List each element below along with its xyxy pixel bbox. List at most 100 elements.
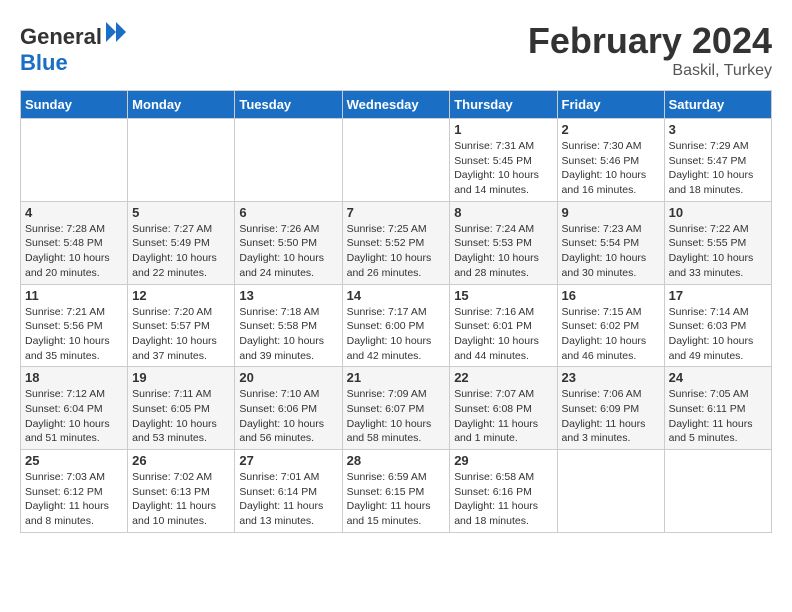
day-info: Sunrise: 7:17 AMSunset: 6:00 PMDaylight:… xyxy=(347,305,446,364)
logo: General Blue xyxy=(20,20,128,76)
calendar-week-row: 11 Sunrise: 7:21 AMSunset: 5:56 PMDayligh… xyxy=(21,284,772,367)
day-info: Sunrise: 7:25 AMSunset: 5:52 PMDaylight:… xyxy=(347,222,446,281)
day-info: Sunrise: 7:20 AMSunset: 5:57 PMDaylight:… xyxy=(132,305,230,364)
day-number: 21 xyxy=(347,370,446,385)
day-number: 23 xyxy=(562,370,660,385)
day-number: 11 xyxy=(25,288,123,303)
calendar-cell: 26 Sunrise: 7:02 AMSunset: 6:13 PMDayligh… xyxy=(128,450,235,533)
calendar-cell xyxy=(235,119,342,202)
logo-general: General xyxy=(20,24,102,49)
calendar-cell: 20 Sunrise: 7:10 AMSunset: 6:06 PMDayligh… xyxy=(235,367,342,450)
day-number: 10 xyxy=(669,205,767,220)
day-number: 1 xyxy=(454,122,552,137)
calendar-cell: 21 Sunrise: 7:09 AMSunset: 6:07 PMDayligh… xyxy=(342,367,450,450)
calendar-cell: 24 Sunrise: 7:05 AMSunset: 6:11 PMDayligh… xyxy=(664,367,771,450)
calendar-cell: 29 Sunrise: 6:58 AMSunset: 6:16 PMDayligh… xyxy=(450,450,557,533)
calendar-body: 1 Sunrise: 7:31 AMSunset: 5:45 PMDaylight… xyxy=(21,119,772,533)
calendar-cell: 15Sunrise: 7:16 AMSunset: 6:01 PMDayligh… xyxy=(450,284,557,367)
calendar-cell: 16 Sunrise: 7:15 AMSunset: 6:02 PMDayligh… xyxy=(557,284,664,367)
day-number: 25 xyxy=(25,453,123,468)
calendar-cell xyxy=(342,119,450,202)
day-number: 5 xyxy=(132,205,230,220)
calendar-cell: 1 Sunrise: 7:31 AMSunset: 5:45 PMDaylight… xyxy=(450,119,557,202)
day-number: 28 xyxy=(347,453,446,468)
day-number: 8 xyxy=(454,205,552,220)
calendar-week-row: 1 Sunrise: 7:31 AMSunset: 5:45 PMDaylight… xyxy=(21,119,772,202)
calendar-cell: 4Sunrise: 7:28 AMSunset: 5:48 PMDaylight… xyxy=(21,201,128,284)
day-info: Sunrise: 7:26 AMSunset: 5:50 PMDaylight:… xyxy=(239,222,337,281)
day-info: Sunrise: 7:01 AMSunset: 6:14 PMDaylight:… xyxy=(239,470,337,529)
calendar-cell: 17 Sunrise: 7:14 AMSunset: 6:03 PMDayligh… xyxy=(664,284,771,367)
day-info: Sunrise: 7:24 AMSunset: 5:53 PMDaylight:… xyxy=(454,222,552,281)
calendar-cell: 11 Sunrise: 7:21 AMSunset: 5:56 PMDayligh… xyxy=(21,284,128,367)
day-info: Sunrise: 7:06 AMSunset: 6:09 PMDaylight:… xyxy=(562,387,660,446)
calendar-cell: 6 Sunrise: 7:26 AMSunset: 5:50 PMDaylight… xyxy=(235,201,342,284)
calendar-day-header: Monday xyxy=(128,91,235,119)
day-number: 18 xyxy=(25,370,123,385)
day-number: 3 xyxy=(669,122,767,137)
day-number: 19 xyxy=(132,370,230,385)
calendar-cell xyxy=(21,119,128,202)
day-number: 27 xyxy=(239,453,337,468)
calendar-week-row: 25 Sunrise: 7:03 AMSunset: 6:12 PMDayligh… xyxy=(21,450,772,533)
calendar-day-header: Saturday xyxy=(664,91,771,119)
day-info: Sunrise: 7:02 AMSunset: 6:13 PMDaylight:… xyxy=(132,470,230,529)
day-info: Sunrise: 6:59 AMSunset: 6:15 PMDaylight:… xyxy=(347,470,446,529)
day-number: 29 xyxy=(454,453,552,468)
day-number: 26 xyxy=(132,453,230,468)
calendar-cell: 14 Sunrise: 7:17 AMSunset: 6:00 PMDayligh… xyxy=(342,284,450,367)
calendar-table: SundayMondayTuesdayWednesdayThursdayFrid… xyxy=(20,90,772,533)
day-info: Sunrise: 7:11 AMSunset: 6:05 PMDaylight:… xyxy=(132,387,230,446)
calendar-cell: 9Sunrise: 7:23 AMSunset: 5:54 PMDaylight… xyxy=(557,201,664,284)
calendar-cell: 10 Sunrise: 7:22 AMSunset: 5:55 PMDayligh… xyxy=(664,201,771,284)
day-info: Sunrise: 7:22 AMSunset: 5:55 PMDaylight:… xyxy=(669,222,767,281)
calendar-cell: 27 Sunrise: 7:01 AMSunset: 6:14 PMDayligh… xyxy=(235,450,342,533)
calendar-header: SundayMondayTuesdayWednesdayThursdayFrid… xyxy=(21,91,772,119)
day-number: 16 xyxy=(562,288,660,303)
calendar-cell: 8 Sunrise: 7:24 AMSunset: 5:53 PMDaylight… xyxy=(450,201,557,284)
day-info: Sunrise: 7:10 AMSunset: 6:06 PMDaylight:… xyxy=(239,387,337,446)
day-info: Sunrise: 7:16 AMSunset: 6:01 PMDaylight:… xyxy=(454,305,552,364)
day-info: Sunrise: 7:31 AMSunset: 5:45 PMDaylight:… xyxy=(454,139,552,198)
calendar-cell: 13 Sunrise: 7:18 AMSunset: 5:58 PMDayligh… xyxy=(235,284,342,367)
calendar-cell: 5 Sunrise: 7:27 AMSunset: 5:49 PMDaylight… xyxy=(128,201,235,284)
day-info: Sunrise: 7:05 AMSunset: 6:11 PMDaylight:… xyxy=(669,387,767,446)
day-number: 14 xyxy=(347,288,446,303)
calendar-cell: 22Sunrise: 7:07 AMSunset: 6:08 PMDayligh… xyxy=(450,367,557,450)
day-info: Sunrise: 7:30 AMSunset: 5:46 PMDaylight:… xyxy=(562,139,660,198)
day-info: Sunrise: 7:23 AMSunset: 5:54 PMDaylight:… xyxy=(562,222,660,281)
calendar-cell: 18Sunrise: 7:12 AMSunset: 6:04 PMDayligh… xyxy=(21,367,128,450)
day-number: 24 xyxy=(669,370,767,385)
day-info: Sunrise: 7:18 AMSunset: 5:58 PMDaylight:… xyxy=(239,305,337,364)
calendar-day-header: Wednesday xyxy=(342,91,450,119)
day-info: Sunrise: 7:09 AMSunset: 6:07 PMDaylight:… xyxy=(347,387,446,446)
day-info: Sunrise: 7:15 AMSunset: 6:02 PMDaylight:… xyxy=(562,305,660,364)
month-year-title: February 2024 xyxy=(528,20,772,62)
day-info: Sunrise: 6:58 AMSunset: 6:16 PMDaylight:… xyxy=(454,470,552,529)
calendar-day-header: Sunday xyxy=(21,91,128,119)
calendar-cell xyxy=(557,450,664,533)
calendar-cell xyxy=(128,119,235,202)
calendar-cell: 23 Sunrise: 7:06 AMSunset: 6:09 PMDayligh… xyxy=(557,367,664,450)
day-info: Sunrise: 7:07 AMSunset: 6:08 PMDaylight:… xyxy=(454,387,552,446)
logo-icon xyxy=(104,20,128,44)
day-number: 2 xyxy=(562,122,660,137)
day-info: Sunrise: 7:14 AMSunset: 6:03 PMDaylight:… xyxy=(669,305,767,364)
day-number: 20 xyxy=(239,370,337,385)
day-number: 13 xyxy=(239,288,337,303)
calendar-cell: 2 Sunrise: 7:30 AMSunset: 5:46 PMDaylight… xyxy=(557,119,664,202)
calendar-cell: 7Sunrise: 7:25 AMSunset: 5:52 PMDaylight… xyxy=(342,201,450,284)
calendar-week-row: 18Sunrise: 7:12 AMSunset: 6:04 PMDayligh… xyxy=(21,367,772,450)
calendar-cell: 12 Sunrise: 7:20 AMSunset: 5:57 PMDayligh… xyxy=(128,284,235,367)
day-number: 6 xyxy=(239,205,337,220)
calendar-cell: 3Sunrise: 7:29 AMSunset: 5:47 PMDaylight… xyxy=(664,119,771,202)
day-number: 12 xyxy=(132,288,230,303)
calendar-day-header: Tuesday xyxy=(235,91,342,119)
day-info: Sunrise: 7:27 AMSunset: 5:49 PMDaylight:… xyxy=(132,222,230,281)
day-info: Sunrise: 7:03 AMSunset: 6:12 PMDaylight:… xyxy=(25,470,123,529)
location-subtitle: Baskil, Turkey xyxy=(528,62,772,80)
day-info: Sunrise: 7:21 AMSunset: 5:56 PMDaylight:… xyxy=(25,305,123,364)
calendar-cell: 28 Sunrise: 6:59 AMSunset: 6:15 PMDayligh… xyxy=(342,450,450,533)
calendar-cell: 25 Sunrise: 7:03 AMSunset: 6:12 PMDayligh… xyxy=(21,450,128,533)
day-number: 17 xyxy=(669,288,767,303)
